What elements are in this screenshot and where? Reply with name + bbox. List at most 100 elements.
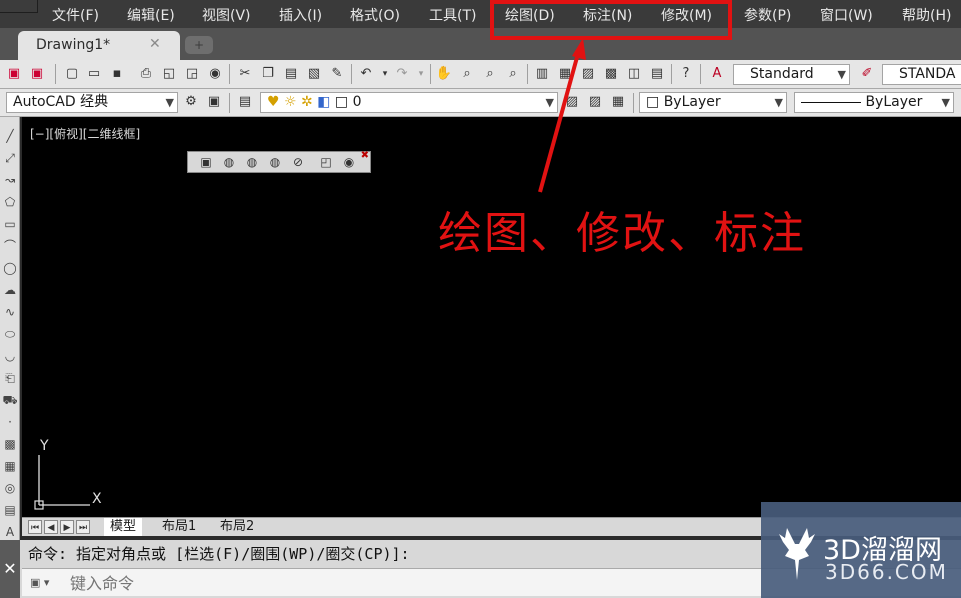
make-current-icon[interactable]: ▨ xyxy=(563,93,581,111)
construction-line-icon[interactable]: ⤢ xyxy=(1,149,19,167)
design-center-icon[interactable]: ▦ xyxy=(556,65,574,83)
orbit-add-icon[interactable]: ◍ xyxy=(244,154,260,170)
save-icon[interactable]: ▪ xyxy=(108,65,126,83)
block-editor-icon[interactable]: ✎ xyxy=(328,65,346,83)
line-icon[interactable]: ╱ xyxy=(1,127,19,145)
new-tab-button[interactable]: + xyxy=(185,36,213,54)
pan-icon[interactable]: ✋ xyxy=(435,65,453,83)
workspace-customize-icon[interactable]: ▣ xyxy=(205,93,223,111)
tab-model[interactable]: 模型 xyxy=(104,518,143,536)
drawing-canvas[interactable]: [−][俯视][二维线框] ▣ ◍ ◍ ◍ ⊘ ◰ ◉ ✖ 绘图、修改、标注 Y… xyxy=(22,117,961,517)
menu-window[interactable]: 窗口(W) xyxy=(820,5,873,25)
multiline-text-icon[interactable]: A xyxy=(1,523,19,541)
gradient-icon[interactable]: ▦ xyxy=(1,457,19,475)
spline-icon[interactable]: ∿ xyxy=(1,303,19,321)
ellipse-icon[interactable]: ⬭ xyxy=(1,325,19,343)
print-icon[interactable]: ⎙ xyxy=(137,65,155,83)
view-cube-icon[interactable]: ▣ xyxy=(198,154,214,170)
close-icon[interactable]: ✖ xyxy=(361,150,369,161)
workspace-select[interactable]: AutoCAD 经典 ▼ xyxy=(6,92,178,113)
match-properties-icon[interactable]: ▧ xyxy=(305,65,323,83)
separator xyxy=(700,64,701,84)
print-preview-icon[interactable]: ◱ xyxy=(160,65,178,83)
workspace-settings-icon[interactable]: ⚙ xyxy=(182,93,200,111)
dim-style-icon[interactable]: ✐ xyxy=(858,65,876,83)
box-view-icon[interactable]: ◰ xyxy=(318,154,334,170)
region-icon[interactable]: ◎ xyxy=(1,479,19,497)
close-command-line-icon[interactable]: ✕ xyxy=(0,540,20,598)
menu-view[interactable]: 视图(V) xyxy=(202,5,251,25)
no-orbit-icon[interactable]: ⊘ xyxy=(290,154,306,170)
layer-state-icon[interactable]: ▦ xyxy=(609,93,627,111)
first-layout-icon[interactable]: ⏮ xyxy=(28,520,42,534)
zoom-previous-icon[interactable]: ⌕ xyxy=(504,65,522,83)
layer-properties-icon[interactable]: ▤ xyxy=(236,93,254,111)
viewport-controls-label[interactable]: [−][俯视][二维线框] xyxy=(30,125,140,142)
zoom-realtime-icon[interactable]: ⌕ xyxy=(458,65,476,83)
watermark-url: 3D66.COM xyxy=(825,560,948,584)
insert-block-icon[interactable]: ⎗ xyxy=(1,369,19,387)
last-layout-icon[interactable]: ⏭ xyxy=(76,520,90,534)
previous-layout-icon[interactable]: ◀ xyxy=(44,520,58,534)
menu-help[interactable]: 帮助(H) xyxy=(902,5,951,25)
tab-layout2[interactable]: 布局2 xyxy=(214,518,260,536)
ellipse-arc-icon[interactable]: ◡ xyxy=(1,347,19,365)
command-prompt-icon[interactable]: ▣ ▾ xyxy=(30,575,58,591)
menu-edit[interactable]: 编辑(E) xyxy=(127,5,175,25)
chevron-down-icon: ▼ xyxy=(545,96,554,109)
properties-icon[interactable]: ▥ xyxy=(533,65,551,83)
menu-insert[interactable]: 插入(I) xyxy=(279,5,322,25)
color-select[interactable]: □ ByLayer ▼ xyxy=(639,92,787,113)
undo-icon[interactable]: ↶ xyxy=(357,65,375,83)
open-file-icon[interactable]: ▭ xyxy=(85,65,103,83)
command-input[interactable] xyxy=(70,571,670,595)
orbit-remove-icon[interactable]: ◍ xyxy=(267,154,283,170)
cut-icon[interactable]: ✂ xyxy=(236,65,254,83)
sphere-view-icon[interactable]: ◉ xyxy=(341,154,357,170)
redo-dropdown-icon[interactable]: ▾ xyxy=(412,65,430,83)
publish-icon[interactable]: ◲ xyxy=(183,65,201,83)
layer-previous-icon[interactable]: ▨ xyxy=(586,93,604,111)
application-menu-corner[interactable] xyxy=(0,0,38,13)
tab-layout1[interactable]: 布局1 xyxy=(156,518,202,536)
new-file-icon[interactable]: ▢ xyxy=(63,65,81,83)
copy-icon[interactable]: ❐ xyxy=(259,65,277,83)
menu-parametric[interactable]: 参数(P) xyxy=(744,5,791,25)
markup-icon[interactable]: ◫ xyxy=(625,65,643,83)
make-block-icon[interactable]: ⛟ xyxy=(1,391,19,409)
polyline-icon[interactable]: ↝ xyxy=(1,171,19,189)
tool-palettes-icon[interactable]: ▨ xyxy=(579,65,597,83)
text-style-icon[interactable]: A xyxy=(708,65,726,83)
zoom-window-icon[interactable]: ⌕ xyxy=(481,65,499,83)
revision-cloud-icon[interactable]: ☁ xyxy=(1,281,19,299)
app-icon-b[interactable]: ▣ xyxy=(28,65,46,83)
app-icon-a[interactable]: ▣ xyxy=(5,65,23,83)
table-icon[interactable]: ▤ xyxy=(1,501,19,519)
undo-dropdown-icon[interactable]: ▾ xyxy=(376,65,394,83)
menu-tools[interactable]: 工具(T) xyxy=(429,5,476,25)
point-icon[interactable]: · xyxy=(1,413,19,431)
text-style-select[interactable]: Standard ▼ xyxy=(733,64,850,85)
hatch-icon[interactable]: ▩ xyxy=(1,435,19,453)
close-tab-icon[interactable]: ✕ xyxy=(149,36,161,52)
menu-file[interactable]: 文件(F) xyxy=(52,5,99,25)
layer-select[interactable]: ♥ ☼ ✲ ◧ □ 0 ▼ xyxy=(260,92,558,113)
next-layout-icon[interactable]: ▶ xyxy=(60,520,74,534)
circle-icon[interactable]: ◯ xyxy=(1,259,19,277)
help-icon[interactable]: ? xyxy=(677,65,695,83)
sheet-set-icon[interactable]: ▩ xyxy=(602,65,620,83)
polygon-icon[interactable]: ⬠ xyxy=(1,193,19,211)
3d-print-icon[interactable]: ◉ xyxy=(206,65,224,83)
orbit-icon[interactable]: ◍ xyxy=(221,154,237,170)
dim-style-select[interactable]: STANDA xyxy=(882,64,961,85)
separator xyxy=(430,64,431,84)
tab-drawing1[interactable]: Drawing1* ✕ xyxy=(18,31,180,60)
paste-icon[interactable]: ▤ xyxy=(282,65,300,83)
linetype-select[interactable]: ByLayer ▼ xyxy=(794,92,954,113)
rectangle-icon[interactable]: ▭ xyxy=(1,215,19,233)
arc-icon[interactable]: ⌒ xyxy=(1,237,19,255)
redo-icon[interactable]: ↷ xyxy=(393,65,411,83)
calculator-icon[interactable]: ▤ xyxy=(648,65,666,83)
menu-format[interactable]: 格式(O) xyxy=(350,5,400,25)
chevron-down-icon: ▼ xyxy=(941,96,950,109)
